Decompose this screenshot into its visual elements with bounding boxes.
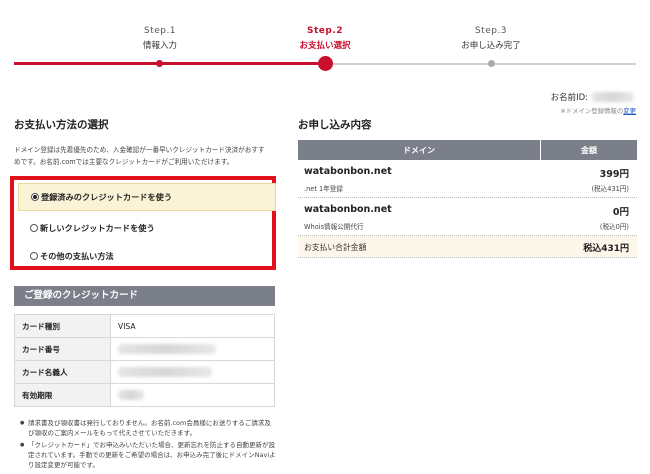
card-expiry-key: 有効期限 [14,383,111,407]
radio-other-method[interactable] [30,252,38,260]
card-number-key: カード番号 [14,337,111,361]
order-section-title: お申し込み内容 [298,119,372,131]
card-number-redacted [118,344,216,354]
payment-note-line-2: めです。お名前.comでは主要なクレジットカードがご利用いただけます。 [14,158,234,166]
option-new-card[interactable]: 新しいクレジットカードを使う [18,214,276,242]
step-1: Step.1 情報入力 [100,26,220,51]
step-2-label: お支払い選択 [299,41,351,51]
order-table-header: ドメイン 金額 [298,140,637,160]
order-price: 399円 [599,169,629,180]
option-other-method-label: その他の支払い方法 [40,251,114,261]
account-id-redacted [592,92,634,102]
table-row: カード名義人 [14,360,275,384]
order-domain: watabonbon.net [304,204,392,215]
account-id-label: お名前ID: [550,93,588,103]
list-item: 請求書及び領収書は発行しておりません。お名前.com会員様にお送りするご請求及び… [20,418,276,438]
column-amount: 金額 [581,145,597,155]
step-3-marker [488,60,495,67]
order-item-desc: .net 1年登録 [304,185,343,193]
step-3-label: お申し込み完了 [461,41,521,51]
step-3: Step.3 お申し込み完了 [431,26,551,51]
option-new-card-label: 新しいクレジットカードを使う [40,223,155,233]
payment-options: 登録済みのクレジットカードを使う 新しいクレジットカードを使う その他の支払い方… [10,176,276,270]
option-other-method[interactable]: その他の支払い方法 [18,242,276,270]
order-total-label: お支払い合計金額 [304,243,367,252]
account-id: お名前ID: [551,91,634,103]
column-domain: ドメイン [298,140,541,160]
registered-card-table: カード種別 VISA カード番号 カード名義人 有効期限 [14,314,275,407]
option-registered-card[interactable]: 登録済みのクレジットカードを使う [18,183,276,211]
order-summary: ドメイン 金額 watabonbon.net .net 1年登録 399円 (税… [298,140,637,258]
account-change-link[interactable]: 変更 [623,107,636,115]
account-note: ※ドメイン登録情報の変更 [560,106,636,115]
payment-note: ドメイン登録は先着優先のため、入金確認が一番早いクレジットカード決済がおすす め… [14,144,282,168]
step-3-number: Step.3 [474,26,508,36]
order-domain: watabonbon.net [304,166,392,177]
step-1-number: Step.1 [143,26,177,36]
card-expiry-value [110,383,275,407]
payment-note-line-1: ドメイン登録は先着優先のため、入金確認が一番早いクレジットカード決済がおすす [14,146,265,154]
card-type-value: VISA [110,314,275,338]
payment-section-title: お支払い方法の選択 [14,119,109,131]
step-1-marker [156,60,163,67]
registered-card-header: ご登録のクレジットカード [14,286,275,306]
table-row: カード種別 VISA [14,314,275,338]
order-tax: (税込431円) [591,185,629,193]
order-tax: (税込0円) [599,223,629,231]
card-holder-value [110,360,275,384]
option-registered-card-label: 登録済みのクレジットカードを使う [41,192,173,202]
progress-track-pending [326,63,636,65]
card-holder-redacted [118,367,212,377]
table-row: watabonbon.net .net 1年登録 399円 (税込431円) [298,160,637,198]
order-item-desc: Whois情報公開代行 [304,223,364,231]
radio-new-card[interactable] [30,224,38,232]
radio-registered-card[interactable] [31,193,39,201]
list-item: 「クレジットカード」でお申込みいただいた場合、更新忘れを防止する自動更新が設定さ… [20,440,276,470]
table-row: watabonbon.net Whois情報公開代行 0円 (税込0円) [298,198,637,236]
card-number-value [110,337,275,361]
progress-track-done [14,62,326,65]
table-row: カード番号 [14,337,275,361]
card-type-key: カード種別 [14,314,111,338]
order-total-amount: 税込431円 [583,244,629,254]
payment-notes-list: 請求書及び領収書は発行しておりません。お名前.com会員様にお送りするご請求及び… [20,418,276,472]
card-expiry-redacted [118,390,144,400]
account-note-text: ※ドメイン登録情報の [560,107,624,115]
order-total-row: お支払い合計金額 税込431円 [298,236,637,258]
order-price: 0円 [612,207,629,218]
step-1-label: 情報入力 [142,41,177,51]
step-2: Step.2 お支払い選択 [265,26,385,51]
card-holder-key: カード名義人 [14,360,111,384]
table-row: 有効期限 [14,383,275,407]
step-2-marker [318,56,333,71]
step-2-number: Step.2 [306,26,343,36]
